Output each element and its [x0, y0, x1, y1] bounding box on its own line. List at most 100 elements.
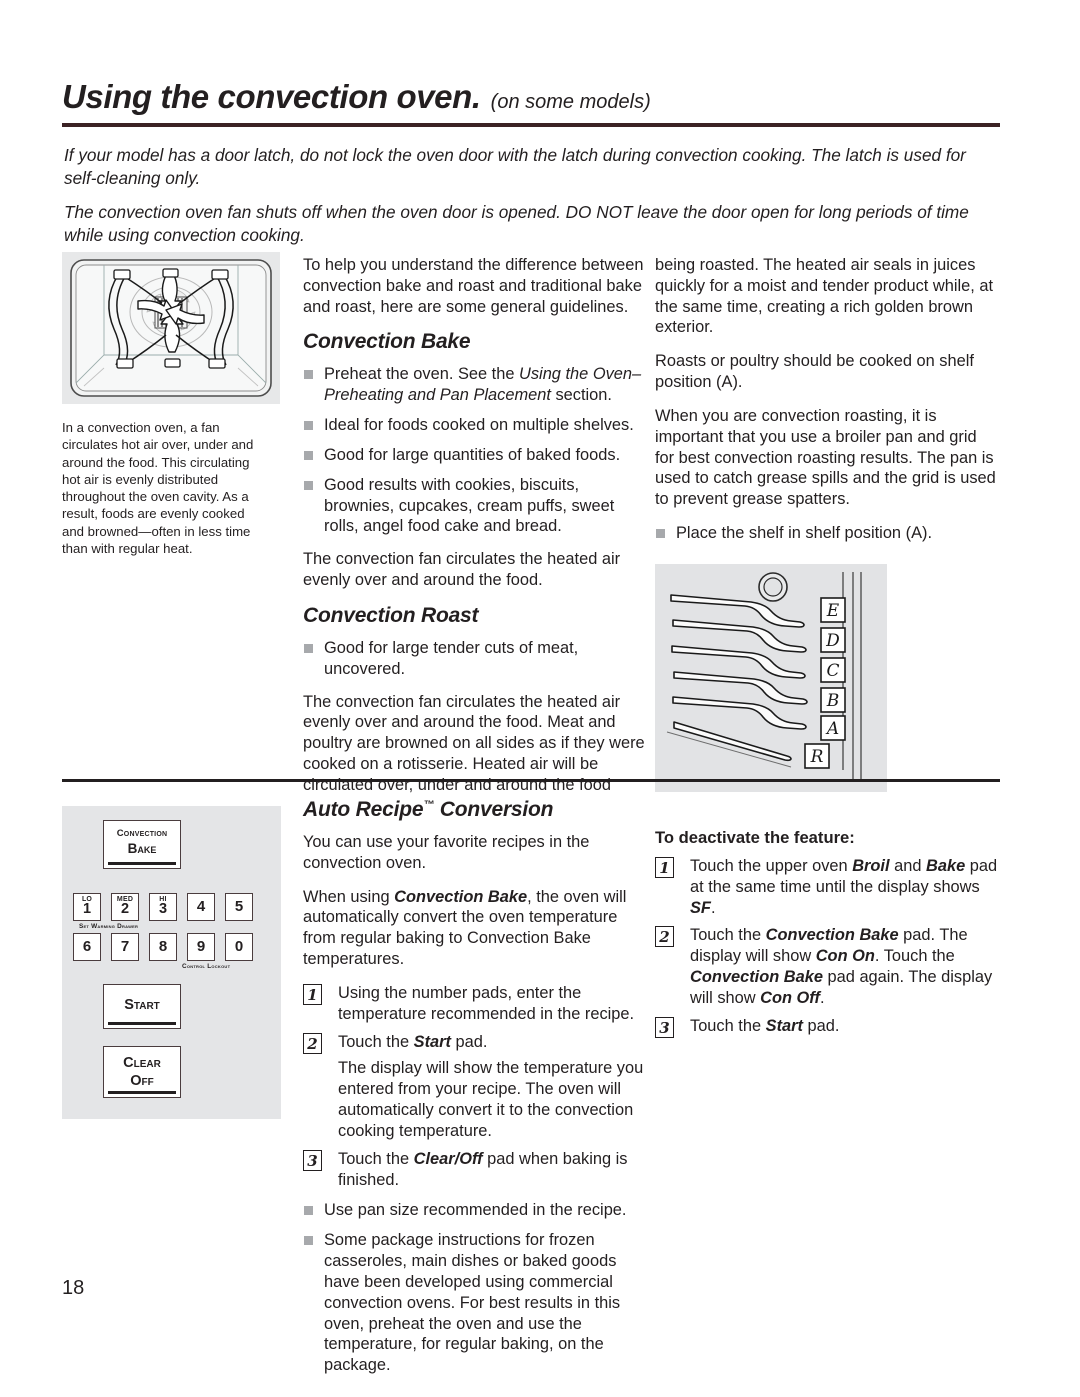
auto-recipe-heading-main: Auto Recipe [303, 798, 424, 821]
step-text-plain1: Touch the [338, 1149, 414, 1168]
deactivate-step-list: 1 Touch the upper oven Broil and Bake pa… [655, 856, 1000, 1038]
convection-roast-heading: Convection Roast [303, 603, 479, 627]
list-item: 2 Touch the Convection Bake pad. The dis… [655, 925, 1000, 1008]
step-text-b3: Convection Bake [690, 968, 823, 987]
shelf-label-e: E [826, 601, 840, 621]
step-text-b4: Con Off [760, 988, 820, 1007]
header-title-row: Using the convection oven. (on some mode… [62, 78, 1000, 116]
intro-notes: If your model has a door latch, do not l… [64, 144, 1000, 258]
number-pad-6-label: 6 [82, 938, 92, 955]
roasting-paragraph-1: being roasted. The heated air seals in j… [655, 256, 994, 337]
bullet-text: Some package instructions for frozen cas… [324, 1231, 621, 1375]
number-pad-2[interactable]: MED 2 [111, 893, 139, 921]
number-pad-1[interactable]: LO 1 [73, 893, 101, 921]
step-text-p1: Touch the [690, 1016, 766, 1035]
header-divider [62, 123, 1000, 127]
step-text-p3: . Touch the [874, 947, 955, 966]
step-number-box: 1 [655, 857, 674, 878]
bullet-text-plain-2: section. [550, 386, 612, 405]
step-text-p1: Touch the [690, 926, 766, 945]
number-pad-8-label: 8 [158, 938, 168, 955]
auto-recipe-step-list: 1 Using the number pads, enter the tempe… [303, 983, 648, 1190]
number-pad-6[interactable]: 6 [73, 933, 101, 961]
step-text-p2: and [889, 857, 927, 875]
number-pad-1-label: 1 [82, 900, 92, 917]
list-item: 1 Using the number pads, enter the tempe… [303, 983, 648, 1025]
bullet-text: Good for large tender cuts of meat, unco… [324, 638, 579, 678]
intro-note-door-latch: If your model has a door latch, do not l… [64, 145, 966, 188]
shelf-positions-svg: E D C B A R [655, 563, 887, 792]
step-number-box: 2 [303, 1032, 322, 1054]
start-pad[interactable]: Start [103, 984, 181, 1029]
convection-bake-pad-line2: Bake [127, 841, 157, 856]
list-item: Place the shelf in shelf position (A). [655, 523, 1000, 544]
left-column: In a convection oven, a fan circulates h… [62, 252, 280, 557]
number-pad-8[interactable]: 8 [149, 933, 177, 961]
shelf-position-bullet-list: Place the shelf in shelf position (A). [655, 523, 1000, 544]
shelf-label-c: C [826, 661, 839, 681]
clear-off-pad[interactable]: Clear Off [103, 1046, 181, 1098]
number-pad-7[interactable]: 7 [111, 933, 139, 961]
number-pad-4-label: 4 [196, 898, 206, 915]
bullet-text: Place the shelf in shelf position (A). [676, 524, 933, 543]
deactivate-feature-section: To deactivate the feature: 1 Touch the u… [655, 828, 1000, 1047]
pad-underline [108, 1091, 176, 1094]
list-item: 3 Touch the Clear/Off pad when baking is… [303, 1149, 648, 1191]
list-item: 3 Touch the Start pad. [655, 1016, 1000, 1038]
bullet-text: Use pan size recommended in the recipe. [324, 1201, 627, 1220]
number-pad-5[interactable]: 5 [225, 893, 253, 921]
guidelines-intro-paragraph: To help you understand the difference be… [303, 256, 644, 316]
convection-bake-closing-paragraph: The convection fan circulates the heated… [303, 550, 621, 590]
shelf-label-b: B [826, 691, 840, 711]
square-bullet-icon [304, 421, 313, 431]
section-divider [62, 779, 1000, 782]
shelf-label-d: D [825, 631, 840, 651]
convection-bake-pad[interactable]: Convection Bake [103, 820, 181, 869]
list-item: 2 Touch the Start pad. The display will … [303, 1032, 648, 1142]
square-bullet-icon [304, 643, 313, 653]
bullet-text-plain-1: Preheat the oven. See the [324, 365, 520, 384]
page-title: Using the convection oven. [62, 78, 481, 115]
step-text-b2: Con On [815, 947, 875, 966]
page-subtitle: (on some models) [490, 91, 651, 113]
middle-column: To help you understand the difference be… [303, 255, 648, 809]
step-2-note: The display will show the temperature yo… [338, 1059, 644, 1140]
set-warming-drawer-caption: Set Warming Drawer [79, 923, 139, 930]
step-text-b1: Convection Bake [765, 926, 899, 945]
list-item: Ideal for foods cooked on multiple shelv… [303, 415, 648, 436]
step-text: Using the number pads, enter the tempera… [338, 983, 635, 1023]
list-item: Good for large quantities of baked foods… [303, 445, 648, 466]
number-pad-4[interactable]: 4 [187, 893, 215, 921]
right-column: being roasted. The heated air seals in j… [655, 255, 1000, 792]
square-bullet-icon [304, 370, 313, 380]
square-bullet-icon [656, 529, 665, 539]
number-pad-3[interactable]: HI 3 [149, 893, 177, 921]
page-header: Using the convection oven. (on some mode… [62, 78, 1000, 127]
number-pad-7-label: 7 [120, 938, 130, 955]
oven-control-panel-diagram: Convection Bake LO 1 MED 2 HI 3 4 5 Set … [62, 806, 281, 1119]
auto-recipe-paragraph-1: You can use your favorite recipes in the… [303, 833, 590, 872]
number-pad-3-label: 3 [158, 900, 168, 917]
deactivate-heading: To deactivate the feature: [655, 828, 855, 847]
number-pad-9-label: 9 [196, 938, 206, 955]
list-item: Good for large tender cuts of meat, unco… [303, 638, 648, 680]
start-pad-label: Start [124, 997, 160, 1013]
control-lockout-caption: Control Lockout [182, 963, 231, 970]
pad-underline [108, 1022, 176, 1025]
number-pad-0[interactable]: 0 [225, 933, 253, 961]
roasting-paragraph-3: When you are convection roasting, it is … [655, 406, 996, 509]
step-number-box: 3 [655, 1016, 674, 1038]
step-text-p2: pad. [802, 1016, 840, 1035]
step-number-box: 3 [303, 1149, 322, 1171]
step-text-b2: Bake [926, 857, 966, 875]
bullet-text: Good results with cookies, biscuits, bro… [324, 475, 615, 536]
shelf-label-a: A [825, 719, 839, 739]
step-text-b3: SF [690, 898, 711, 917]
step-number-box: 1 [303, 983, 322, 1005]
bullet-text: Ideal for foods cooked on multiple shelv… [324, 416, 634, 435]
number-pad-9[interactable]: 9 [187, 933, 215, 961]
pad-underline [108, 862, 176, 865]
oven-shelf-positions-diagram: E D C B A R [655, 563, 887, 792]
convection-bake-heading: Convection Bake [303, 330, 471, 354]
convection-oven-airflow-diagram [62, 252, 280, 404]
